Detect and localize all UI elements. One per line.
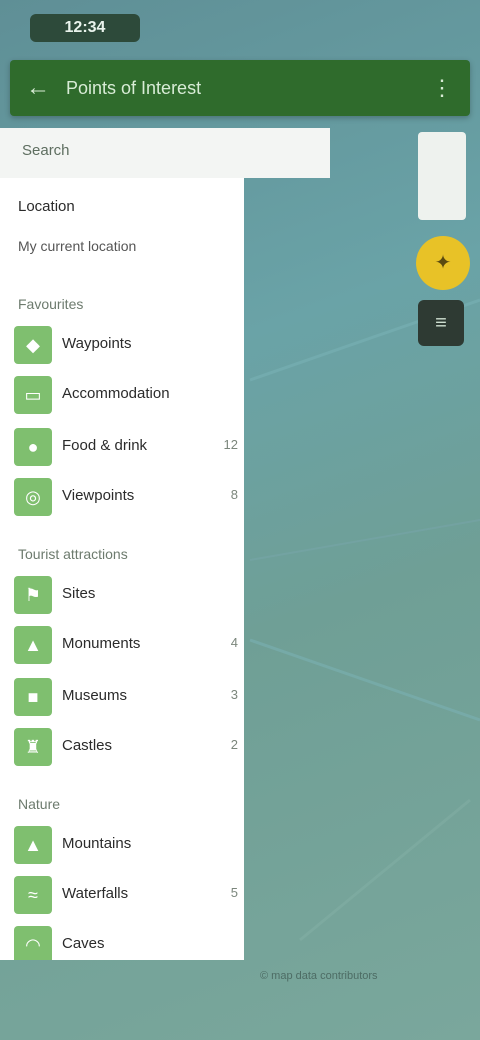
monument-icon: ▲	[14, 626, 52, 664]
bed-icon: ▭	[14, 376, 52, 414]
status-bar: 12:34	[0, 0, 480, 56]
section-title-attractions: Tourist attractions	[18, 546, 128, 562]
list-item[interactable]: ◎ Viewpoints 8	[0, 472, 244, 522]
location-title: Location	[18, 198, 75, 215]
list-item-label: Caves	[62, 935, 105, 952]
list-item[interactable]: ◆ Waypoints	[0, 320, 244, 370]
museum-icon: ■	[14, 678, 52, 716]
list-item-count: 12	[223, 437, 238, 452]
list-item-label: Museums	[62, 687, 128, 704]
list-item-label: Viewpoints	[62, 487, 135, 504]
cave-icon: ◠	[14, 926, 52, 960]
more-vert-icon[interactable]: ⋮	[428, 74, 456, 102]
mountain-icon: ▲	[14, 826, 52, 864]
location-subtitle[interactable]: My current location	[18, 238, 136, 254]
list-item[interactable]: ■ Museums 3	[0, 672, 244, 722]
list-item-count: 8	[230, 487, 238, 502]
page-title: Points of Interest	[66, 78, 202, 98]
list-item[interactable]: ≈ Waterfalls 5	[0, 870, 244, 920]
section-title-favourites: Favourites	[18, 296, 84, 312]
waypoint-icon: ◆	[14, 326, 52, 364]
list-item-count: 5	[230, 885, 238, 900]
section-title-nature: Nature	[18, 796, 61, 812]
list-item[interactable]: ▭ Accommodation	[0, 370, 244, 420]
map-attribution: © map data contributors	[260, 970, 378, 982]
search-bar[interactable]: Search	[0, 128, 330, 178]
castle-icon: ♜	[14, 728, 52, 766]
list-item[interactable]: ▲ Mountains	[0, 820, 244, 870]
list-item-label: Castles	[62, 737, 113, 754]
food-icon: ●	[14, 428, 52, 466]
list-item-label: Accommodation	[62, 385, 170, 402]
list-item-label: Food & drink	[62, 437, 148, 454]
layers-icon[interactable]: ≡	[418, 300, 464, 346]
map-info-card[interactable]	[418, 132, 466, 220]
list-item-label: Waterfalls	[62, 885, 129, 902]
list-item[interactable]: ♜ Castles 2	[0, 722, 244, 772]
list-item-label: Monuments	[62, 635, 141, 652]
flag-icon: ⚑	[14, 576, 52, 614]
list-item-count: 3	[230, 687, 238, 702]
list-item[interactable]: ◠ Caves	[0, 920, 244, 960]
search-label: Search	[22, 142, 70, 159]
app-header: ← Points of Interest ⋮	[10, 60, 470, 116]
binoculars-icon: ◎	[14, 478, 52, 516]
list-item-label: Sites	[62, 585, 96, 602]
arrow-left-icon[interactable]: ←	[24, 74, 52, 102]
list-item-label: Waypoints	[62, 335, 132, 352]
list-item-count: 2	[230, 737, 238, 752]
compass-icon[interactable]: ✦	[416, 236, 470, 290]
list-item[interactable]: ● Food & drink 12	[0, 422, 244, 472]
list-item[interactable]: ⚑ Sites	[0, 570, 244, 620]
list-item-count: 4	[230, 635, 238, 650]
status-time: 12:34	[30, 14, 140, 42]
list-item-label: Mountains	[62, 835, 132, 852]
waterfall-icon: ≈	[14, 876, 52, 914]
poi-drawer: Location My current location Favourites …	[0, 178, 244, 960]
list-item[interactable]: ▲ Monuments 4	[0, 620, 244, 670]
